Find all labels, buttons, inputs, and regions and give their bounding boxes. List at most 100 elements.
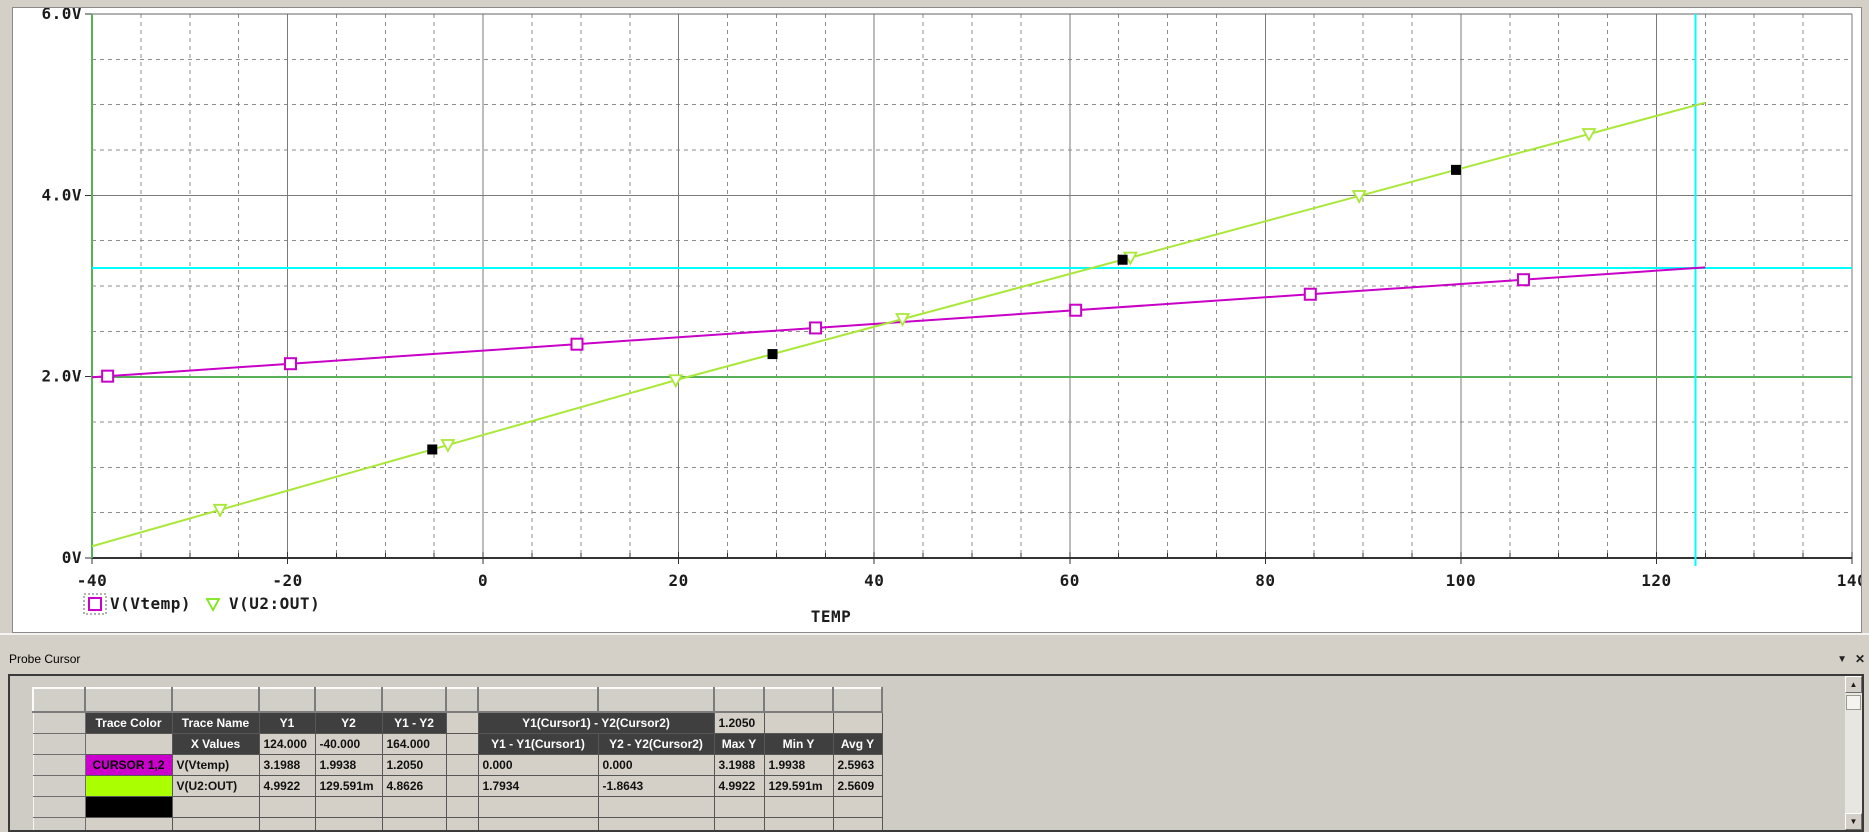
y2-value: 129.591m [315, 775, 382, 796]
empty-cell [382, 796, 446, 817]
avg-y-value: 2.5609 [833, 775, 882, 796]
empty-cell [85, 733, 172, 754]
close-icon[interactable]: ✕ [1855, 652, 1865, 666]
probe-cursor-title: Probe Cursor [9, 652, 80, 666]
trace-name-cell: V(Vtemp) [172, 754, 259, 775]
scrollbar-thumb[interactable] [1846, 695, 1861, 710]
x-tick-label: 80 [1255, 571, 1275, 590]
empty-cell [833, 817, 882, 832]
legend-label[interactable]: V(Vtemp) [110, 594, 191, 613]
empty-header-cell [315, 688, 382, 712]
empty-header-cell [382, 688, 446, 712]
table-row [33, 688, 882, 712]
y1-diff-value: 0.000 [478, 754, 598, 775]
empty-cell [833, 796, 882, 817]
row-header-cell [33, 775, 85, 796]
y1-y2-value: 4.8626 [382, 775, 446, 796]
legend-label[interactable]: V(U2:OUT) [229, 594, 320, 613]
empty-cell [714, 796, 764, 817]
col-header-min-y: Min Y [764, 733, 833, 754]
x-tick-label: -40 [77, 571, 107, 590]
empty-cell [598, 796, 714, 817]
col-header-y1: Y1 [259, 712, 315, 733]
open-square-marker [571, 339, 582, 350]
y-tick-label: 0V [62, 548, 82, 567]
filled-square-marker [427, 444, 437, 454]
max-y-value: 4.9922 [714, 775, 764, 796]
open-square-marker [1305, 289, 1316, 300]
row-header-cell [33, 712, 85, 733]
trace-V(U2:OUT)[interactable] [92, 103, 1705, 547]
empty-cell [172, 796, 259, 817]
row-header-cell [33, 733, 85, 754]
plot-svg[interactable]: 0V2.0V4.0V6.0V-40-20020406080100120140TE… [13, 8, 1861, 632]
open-square-icon[interactable] [89, 598, 101, 610]
chevron-down-icon[interactable]: ▼ [1837, 654, 1847, 665]
scroll-up-icon[interactable]: ▲ [1845, 676, 1862, 693]
y2-diff-value: -1.8643 [598, 775, 714, 796]
empty-cell [446, 733, 478, 754]
y2-diff-value: 0.000 [598, 754, 714, 775]
open-square-marker [1518, 274, 1529, 285]
empty-cell [478, 817, 598, 832]
filled-square-marker [1451, 165, 1461, 175]
filled-square-marker [1118, 255, 1128, 265]
x-values-header: X Values [172, 733, 259, 754]
plot-window: 0V2.0V4.0V6.0V-40-20020406080100120140TE… [12, 7, 1862, 633]
empty-cell [446, 754, 478, 775]
probe-cursor-panel: Probe Cursor ▼ ✕ [0, 633, 1869, 832]
empty-cell [172, 817, 259, 832]
x-tick-label: 40 [864, 571, 884, 590]
col-header-y1-minus-y2: Y1 - Y2 [382, 712, 446, 733]
open-triangle-down-icon[interactable] [207, 599, 219, 610]
x-tick-label: 20 [669, 571, 689, 590]
empty-header-cell [478, 688, 598, 712]
empty-header-cell [33, 688, 85, 712]
y1-y2-value: 1.2050 [382, 754, 446, 775]
row-header-cell [33, 817, 85, 832]
row-header-cell [33, 754, 85, 775]
open-square-marker [810, 322, 821, 333]
empty-cell [446, 796, 478, 817]
empty-cell [598, 817, 714, 832]
empty-header-cell [833, 688, 882, 712]
y1-value: 3.1988 [259, 754, 315, 775]
probe-cursor-caption-bar: Probe Cursor ▼ ✕ [0, 635, 1869, 674]
vertical-scrollbar[interactable]: ▲ ▼ [1845, 676, 1862, 830]
x-tick-label: 0 [478, 571, 488, 590]
table-row [33, 817, 882, 832]
open-square-marker [102, 371, 113, 382]
x-tick-label: 120 [1641, 571, 1671, 590]
y1-diff-value: 1.7934 [478, 775, 598, 796]
x-value-cursor2: -40.000 [315, 733, 382, 754]
empty-cell [85, 817, 172, 832]
x-tick-label: 60 [1060, 571, 1080, 590]
x-axis-title: TEMP [811, 607, 852, 626]
empty-header-cell [714, 688, 764, 712]
x-tick-label: 100 [1446, 571, 1476, 590]
empty-cell [446, 817, 478, 832]
y2-value: 1.9938 [315, 754, 382, 775]
x-tick-label: 140 [1837, 571, 1861, 590]
col-header-y1-diff: Y1 - Y1(Cursor1) [478, 733, 598, 754]
max-y-value: 3.1988 [714, 754, 764, 775]
empty-cell [315, 817, 382, 832]
y-tick-label: 2.0V [41, 367, 82, 386]
scroll-down-icon[interactable]: ▼ [1845, 813, 1862, 830]
col-header-y2-diff: Y2 - Y2(Cursor2) [598, 733, 714, 754]
empty-cell [315, 796, 382, 817]
y1-value: 4.9922 [259, 775, 315, 796]
empty-header-cell [85, 688, 172, 712]
col-header-y2: Y2 [315, 712, 382, 733]
y-tick-label: 4.0V [41, 185, 82, 204]
empty-cell [478, 796, 598, 817]
trace-V(Vtemp)[interactable] [92, 267, 1705, 377]
trace-color-swatch-green [85, 775, 172, 796]
trace-color-swatch-black [85, 796, 172, 817]
col-header-max-y: Max Y [714, 733, 764, 754]
table-row: X Values 124.000 -40.000 164.000 Y1 - Y1… [33, 733, 882, 754]
col-header-trace-color: Trace Color [85, 712, 172, 733]
open-square-marker [1070, 305, 1081, 316]
trace-color-swatch-cursor: CURSOR 1,2 [85, 754, 172, 775]
open-square-marker [285, 358, 296, 369]
